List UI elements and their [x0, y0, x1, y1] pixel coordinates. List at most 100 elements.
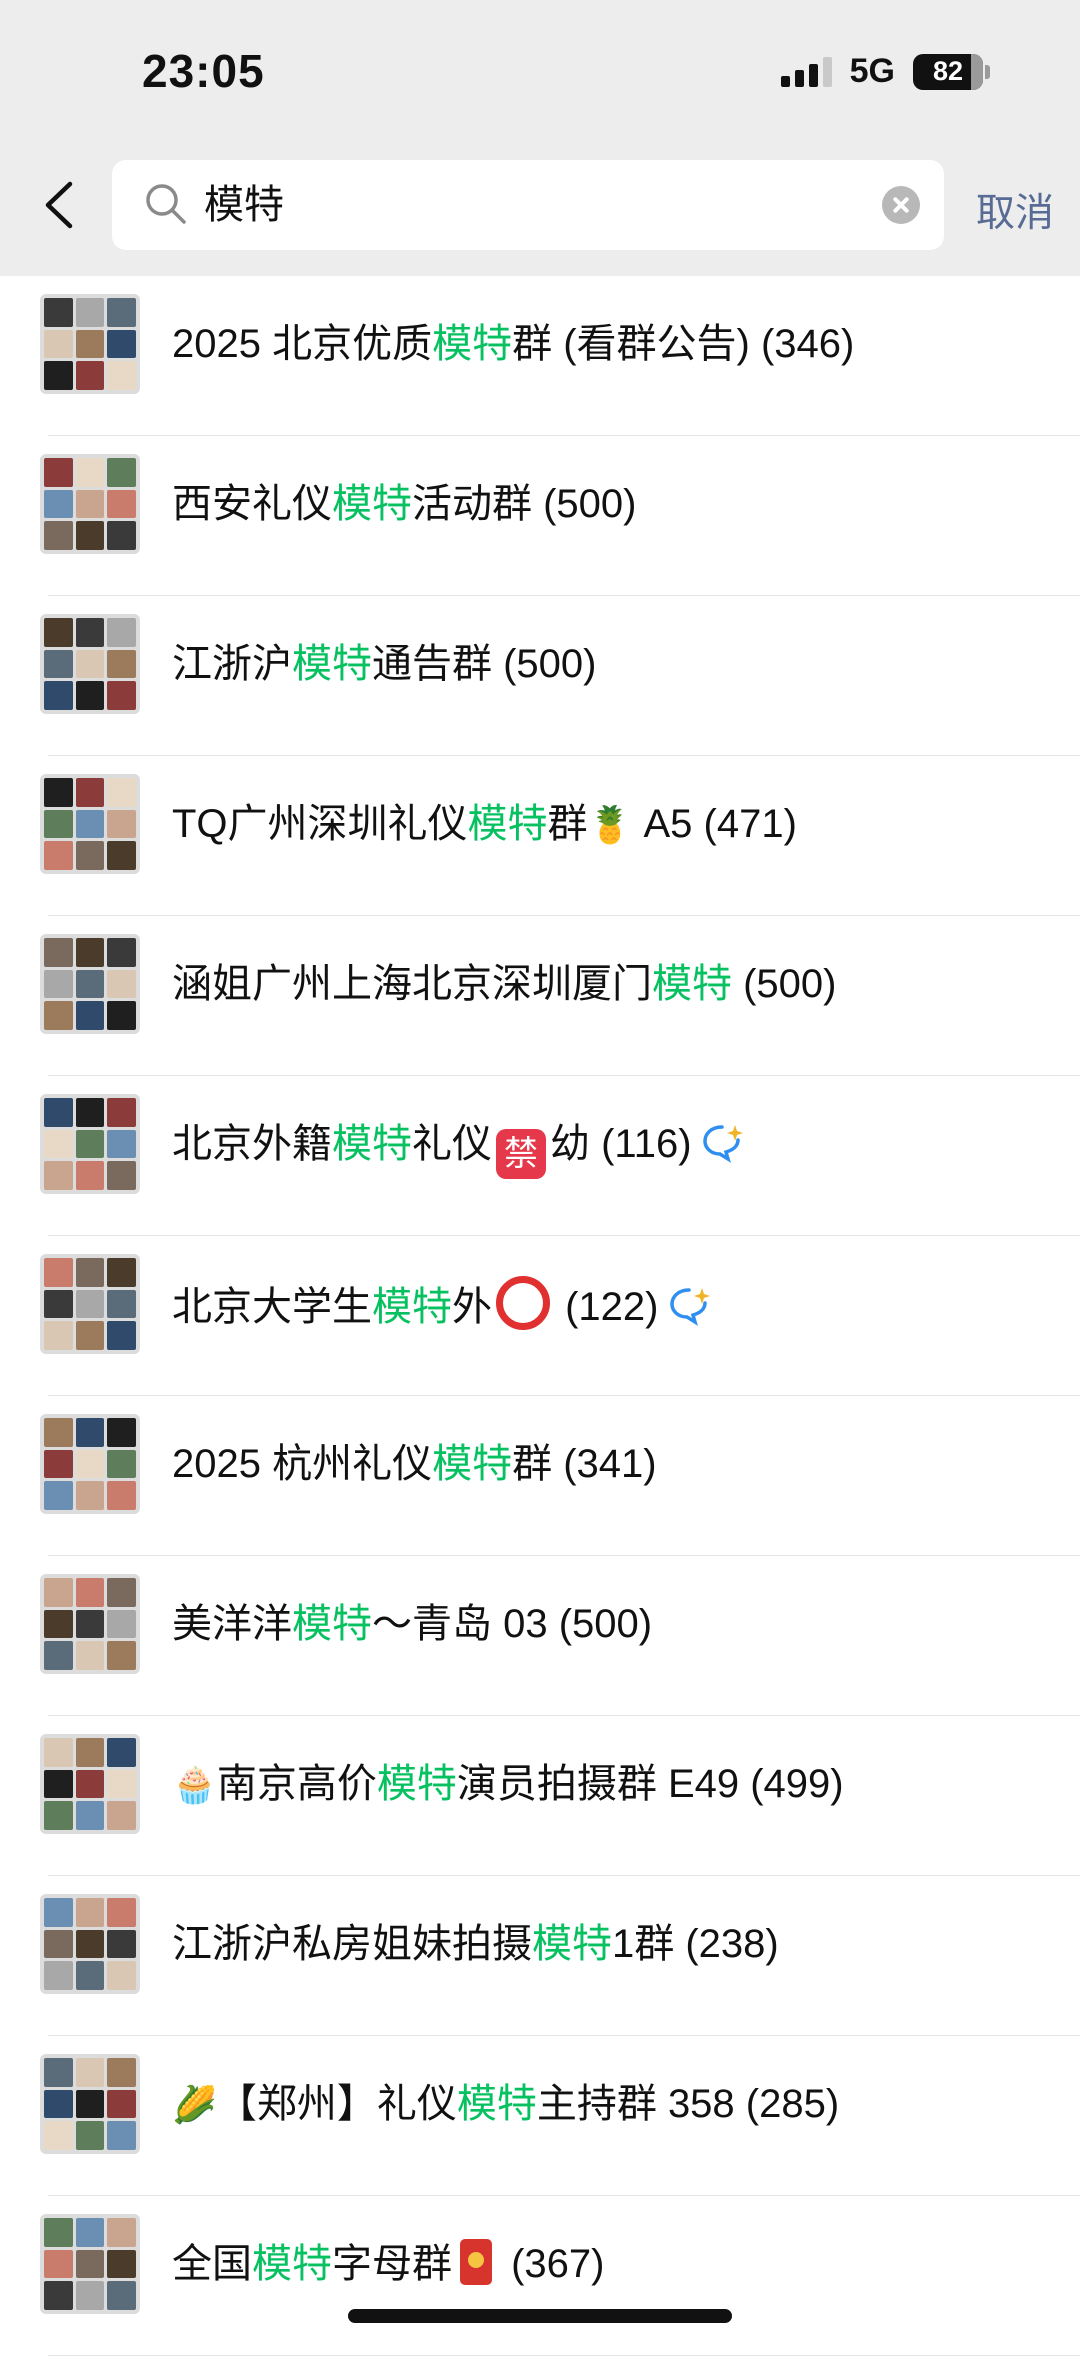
- keyword-highlight: 模特: [432, 322, 513, 366]
- result-row[interactable]: 北京外籍模特礼仪禁幼 (116): [0, 1076, 1080, 1236]
- header: 23:05 5G 82 模特 取消: [0, 0, 1080, 276]
- search-input[interactable]: 模特: [204, 178, 284, 232]
- keyword-highlight: 模特: [376, 1762, 457, 1806]
- result-row[interactable]: 北京大学生模特外 (122): [0, 1236, 1080, 1396]
- title-prefix: 美洋洋: [172, 1602, 292, 1646]
- group-avatar: [40, 2214, 140, 2314]
- red-circle-icon: [496, 1276, 550, 1330]
- result-title: 2025 杭州礼仪模特群 (341): [172, 1436, 657, 1492]
- result-title: 北京大学生模特外 (122): [172, 1276, 713, 1335]
- result-row[interactable]: 江浙沪模特通告群 (500): [0, 596, 1080, 756]
- title-suffix: 礼仪: [412, 1122, 492, 1166]
- title-suffix: 外: [452, 1285, 492, 1329]
- keyword-highlight: 模特: [532, 1922, 612, 1966]
- clear-search-icon[interactable]: [882, 186, 920, 224]
- group-avatar: [40, 294, 140, 394]
- keyword-highlight: 模特: [456, 2082, 537, 2126]
- title-suffix: 字母群: [332, 2242, 452, 2286]
- pineapple-icon: 🍍: [587, 805, 633, 846]
- title-prefix: 北京大学生: [172, 1285, 372, 1329]
- keyword-highlight: 模特: [372, 1285, 452, 1329]
- result-title: 西安礼仪模特活动群 (500): [172, 476, 637, 532]
- title-suffix: (500): [732, 962, 837, 1006]
- status-indicators: 5G 82: [780, 52, 990, 91]
- battery-icon: 82: [913, 53, 990, 90]
- battery-level: 82: [932, 56, 964, 86]
- title-suffix-2: (122): [554, 1285, 659, 1329]
- title-suffix-2: (367): [500, 2242, 605, 2286]
- prohibited-sign-icon: 禁: [496, 1129, 546, 1179]
- result-row[interactable]: 🌽【郑州】礼仪模特主持群 358 (285): [0, 2036, 1080, 2196]
- title-prefix: 涵姐广州上海北京深圳厦门: [172, 962, 652, 1006]
- title-suffix: 群 (341): [512, 1442, 657, 1486]
- title-prefix: 【郑州】礼仪: [216, 2082, 457, 2126]
- chat-ai-icon: [702, 1125, 743, 1163]
- back-arrow-icon[interactable]: [40, 180, 80, 230]
- result-title: 2025 北京优质模特群 (看群公告) (346): [172, 316, 854, 372]
- title-prefix: 江浙沪私房姐妹拍摄: [172, 1922, 532, 1966]
- keyword-highlight: 模特: [332, 482, 412, 526]
- result-row[interactable]: 2025 北京优质模特群 (看群公告) (346): [0, 276, 1080, 436]
- result-row[interactable]: 🧁南京高价模特演员拍摄群 E49 (499): [0, 1716, 1080, 1876]
- result-row[interactable]: 2025 杭州礼仪模特群 (341): [0, 1396, 1080, 1556]
- title-prefix: 2025 杭州礼仪: [172, 1442, 433, 1486]
- keyword-highlight: 模特: [652, 962, 732, 1006]
- result-title: 江浙沪私房姐妹拍摄模特1群 (238): [172, 1916, 779, 1972]
- result-row[interactable]: 西安礼仪模特活动群 (500): [0, 436, 1080, 596]
- keyword-highlight: 模特: [292, 642, 372, 686]
- title-prefix: 西安礼仪: [172, 482, 332, 526]
- result-title: 🧁南京高价模特演员拍摄群 E49 (499): [172, 1756, 844, 1814]
- group-avatar: [40, 454, 140, 554]
- result-title: 🌽【郑州】礼仪模特主持群 358 (285): [172, 2076, 839, 2134]
- title-prefix: 全国: [172, 2242, 252, 2286]
- group-avatar: [40, 614, 140, 714]
- result-title: 江浙沪模特通告群 (500): [172, 636, 597, 692]
- search-box[interactable]: 模特: [112, 160, 944, 250]
- group-avatar: [40, 1414, 140, 1514]
- group-avatar: [40, 1254, 140, 1354]
- title-prefix: 南京高价: [216, 1762, 377, 1806]
- red-envelope-icon: [460, 2239, 492, 2285]
- result-row[interactable]: 江浙沪私房姐妹拍摄模特1群 (238): [0, 1876, 1080, 2036]
- title-suffix: 群 (看群公告) (346): [512, 322, 855, 366]
- result-title: TQ广州深圳礼仪模特群🍍 A5 (471): [172, 796, 797, 854]
- group-avatar: [40, 1894, 140, 1994]
- status-time: 23:05: [142, 45, 265, 97]
- search-icon: [146, 184, 186, 224]
- keyword-highlight: 模特: [332, 1122, 412, 1166]
- keyword-highlight: 模特: [467, 802, 548, 846]
- title-suffix: 1群 (238): [612, 1922, 779, 1966]
- title-suffix: 主持群 358 (285): [536, 2082, 840, 2126]
- group-avatar: [40, 2054, 140, 2154]
- result-row[interactable]: 全国模特字母群 (367): [0, 2196, 1080, 2356]
- result-row[interactable]: 美洋洋模特～青岛 03 (500): [0, 1556, 1080, 1716]
- keyword-highlight: 模特: [292, 1602, 372, 1646]
- title-prefix: 江浙沪: [172, 642, 292, 686]
- group-avatar: [40, 1734, 140, 1834]
- title-prefix: 北京外籍: [172, 1122, 332, 1166]
- title-suffix: 通告群 (500): [372, 642, 597, 686]
- group-avatar: [40, 774, 140, 874]
- keyword-highlight: 模特: [252, 2242, 332, 2286]
- title-suffix-2: A5 (471): [632, 802, 797, 846]
- emoji-icon: 🧁: [172, 1765, 217, 1806]
- result-title: 美洋洋模特～青岛 03 (500): [172, 1596, 652, 1652]
- title-suffix: 演员拍摄群 E49 (499): [456, 1762, 844, 1806]
- title-prefix: TQ广州深圳礼仪: [172, 802, 468, 846]
- title-suffix: 活动群 (500): [412, 482, 637, 526]
- network-type: 5G: [849, 52, 895, 90]
- cellular-signal-icon: [780, 56, 832, 87]
- emoji-icon: 🌽: [172, 2085, 217, 2126]
- group-avatar: [40, 1094, 140, 1194]
- search-results-list: 2025 北京优质模特群 (看群公告) (346) 西安礼仪模特活动群 (500)…: [0, 276, 1080, 2356]
- home-indicator: [348, 2309, 732, 2323]
- title-prefix: 2025 北京优质: [172, 322, 433, 366]
- cancel-button[interactable]: 取消: [976, 182, 1054, 238]
- title-suffix: 群: [547, 802, 588, 846]
- title-suffix-2: 幼 (116): [550, 1122, 692, 1166]
- result-title: 北京外籍模特礼仪禁幼 (116): [172, 1116, 746, 1179]
- result-title: 全国模特字母群 (367): [172, 2236, 605, 2292]
- result-row[interactable]: TQ广州深圳礼仪模特群🍍 A5 (471): [0, 756, 1080, 916]
- result-row[interactable]: 涵姐广州上海北京深圳厦门模特 (500): [0, 916, 1080, 1076]
- result-title: 涵姐广州上海北京深圳厦门模特 (500): [172, 956, 837, 1012]
